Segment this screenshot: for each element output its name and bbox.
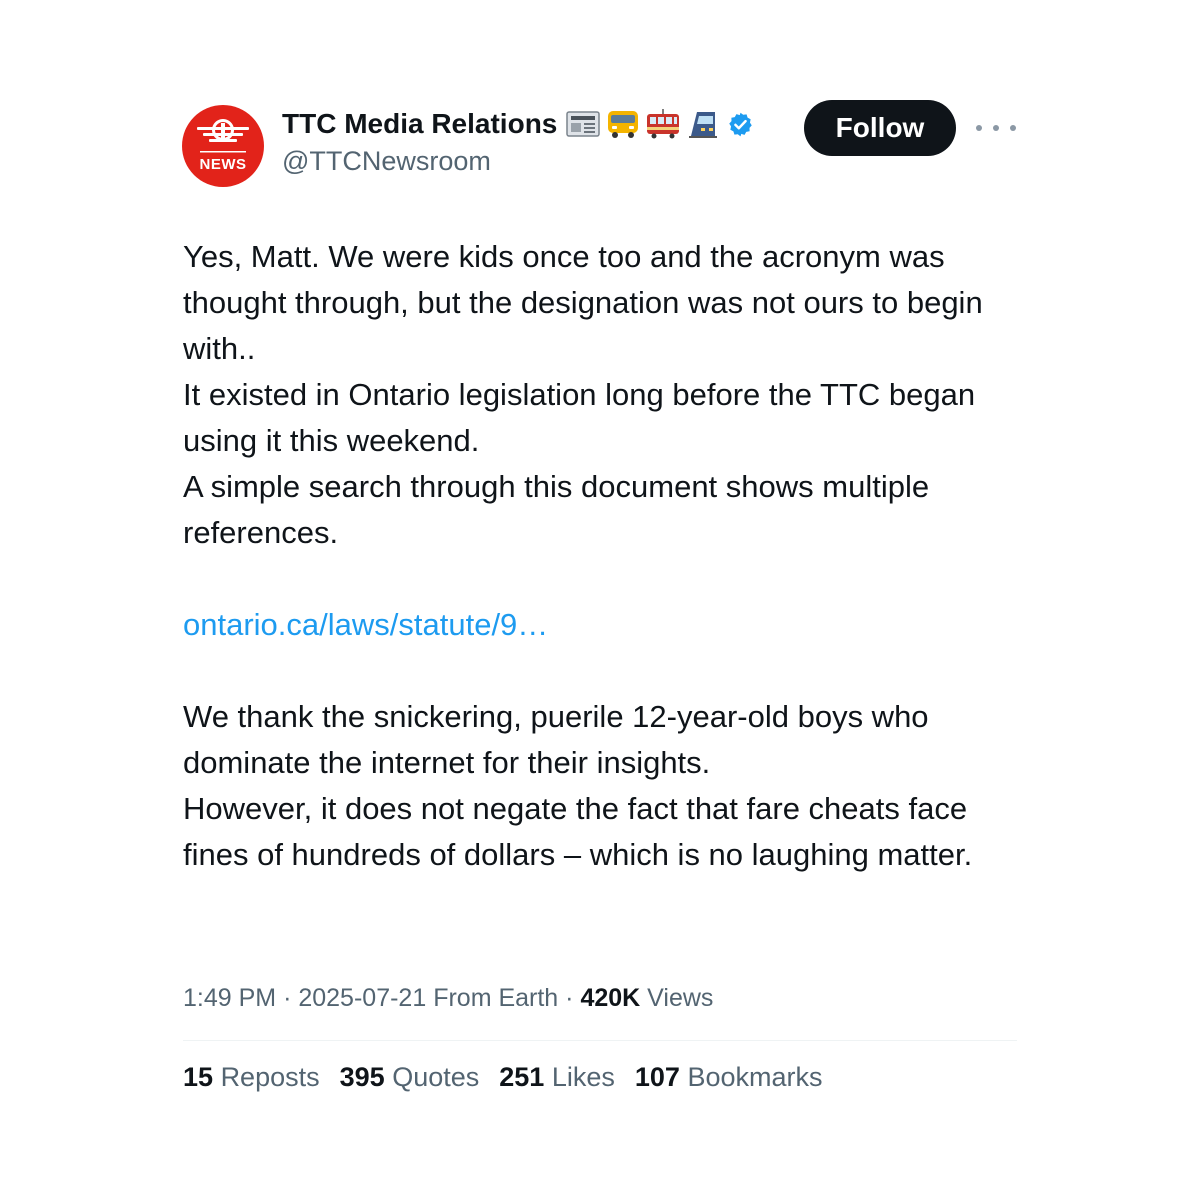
author-handle[interactable]: @TTCNewsroom <box>282 146 491 177</box>
stat-label: Quotes <box>392 1062 480 1092</box>
avatar[interactable]: NEWS <box>182 105 264 187</box>
tweet-detail: NEWS TTC Media Relations @TTCNewsroom Fo… <box>0 0 1200 1200</box>
tweet-body: Yes, Matt. We were kids once too and the… <box>183 234 1033 878</box>
tweet-time[interactable]: 1:49 PM <box>183 984 276 1012</box>
stat-likes[interactable]: 251 Likes <box>499 1062 615 1093</box>
stat-count: 15 <box>183 1062 214 1092</box>
more-dot-icon <box>993 125 999 131</box>
tweet-text-line: It existed in Ontario legislation long b… <box>183 377 976 458</box>
tweet-text-line: We thank the snickering, puerile 12-year… <box>183 699 929 780</box>
stat-label: Likes <box>551 1062 615 1092</box>
newspaper-emoji-icon <box>566 111 601 137</box>
author-display-name[interactable]: TTC Media Relations <box>282 108 557 140</box>
tweet-meta: 1:49 PM · 2025-07-21 From Earth · 420K V… <box>183 984 714 1012</box>
stat-count: 107 <box>634 1062 680 1092</box>
tweet-text-line: However, it does not negate the fact tha… <box>183 791 973 872</box>
follow-button[interactable]: Follow <box>804 100 956 156</box>
streetcar-emoji-icon <box>647 109 680 139</box>
tweet-source: From Earth <box>433 984 559 1012</box>
engagement-stats: 15 Reposts 395 Quotes 251 Likes 107 Book… <box>183 1062 823 1093</box>
views-count: 420K <box>580 984 641 1012</box>
stat-label: Bookmarks <box>687 1062 823 1092</box>
verified-badge-icon[interactable] <box>727 111 754 138</box>
tweet-text-line: A simple search through this document sh… <box>183 469 930 550</box>
stat-count: 251 <box>499 1062 545 1092</box>
views-label: Views <box>647 984 714 1012</box>
stat-count: 395 <box>339 1062 385 1092</box>
stat-quotes[interactable]: 395 Quotes <box>340 1062 480 1093</box>
bus-emoji-icon <box>608 111 639 138</box>
more-options-button[interactable] <box>976 114 1016 142</box>
stat-reposts[interactable]: 15 Reposts <box>183 1062 320 1093</box>
divider <box>183 1040 1017 1041</box>
more-dot-icon <box>1010 125 1016 131</box>
ttc-logo-icon <box>197 119 249 153</box>
tweet-text-line: Yes, Matt. We were kids once too and the… <box>183 239 983 366</box>
avatar-label: NEWS <box>199 156 247 173</box>
stat-label: Reposts <box>220 1062 320 1092</box>
tweet-link[interactable]: ontario.ca/laws/statute/9… <box>183 607 548 642</box>
more-dot-icon <box>976 125 982 131</box>
subway-train-emoji-icon <box>689 112 718 138</box>
tweet-date[interactable]: 2025-07-21 <box>298 984 426 1012</box>
stat-bookmarks[interactable]: 107 Bookmarks <box>635 1062 823 1093</box>
author-name-row: TTC Media Relations <box>282 108 754 140</box>
name-emojis <box>565 108 721 140</box>
